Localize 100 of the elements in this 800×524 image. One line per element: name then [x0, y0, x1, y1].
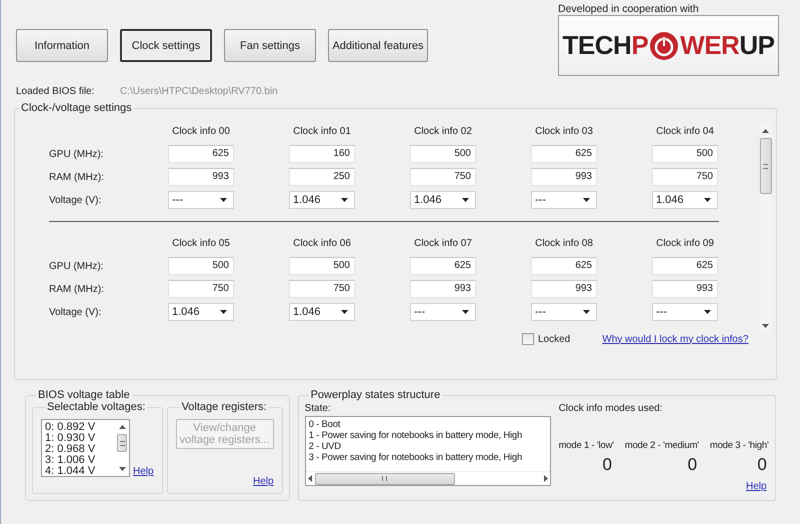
ram-clock-field[interactable]: 993 — [531, 280, 597, 298]
caret-icon[interactable] — [583, 198, 590, 202]
tab[interactable]: Clock settings — [120, 29, 212, 62]
locked-checkbox[interactable] — [522, 333, 534, 345]
column-header: Clock info 07 — [413, 238, 473, 251]
voltage-dropdown[interactable]: --- — [531, 303, 597, 321]
scrollbar-thumb[interactable] — [314, 472, 455, 484]
gpu-clock-field[interactable]: 500 — [652, 145, 718, 163]
help-link[interactable]: Help — [133, 466, 154, 477]
group-title: Powerplay states structure — [310, 389, 442, 401]
row-label: Voltage (V): — [49, 194, 102, 208]
ram-clock-field[interactable]: 250 — [289, 168, 355, 186]
caret-icon[interactable] — [583, 310, 590, 314]
column-header: Clock info 03 — [534, 126, 594, 139]
row-label: GPU (MHz): — [49, 260, 104, 274]
group-title: Selectable voltages: — [46, 401, 146, 413]
help-link[interactable]: Help — [253, 476, 274, 487]
tab[interactable]: Information — [16, 29, 108, 62]
ram-clock-field[interactable]: 993 — [410, 280, 476, 298]
vertical-scrollbar[interactable] — [758, 124, 772, 333]
group-title: Voltage registers: — [180, 401, 268, 413]
column-header: Clock info 06 — [292, 238, 352, 251]
group-title: Clock-/voltage settings — [20, 102, 133, 114]
voltage-dropdown[interactable]: --- — [168, 191, 234, 209]
gpu-clock-field[interactable]: 160 — [289, 145, 355, 163]
scrollbar-thumb[interactable] — [760, 138, 772, 194]
tab[interactable]: Additional features — [328, 29, 428, 62]
scrollbar-thumb[interactable] — [117, 434, 127, 452]
ram-clock-field[interactable]: 750 — [289, 280, 355, 298]
column-header: Clock info 01 — [292, 126, 352, 139]
bios-file-label: Loaded BIOS file: — [16, 86, 96, 96]
column-header: Clock info 00 — [171, 126, 231, 139]
list-item[interactable]: 4: 1.044 V — [45, 466, 112, 476]
caret-icon[interactable] — [704, 198, 711, 202]
ram-clock-field[interactable]: 993 — [531, 168, 597, 186]
scroll-down-icon[interactable] — [118, 467, 126, 471]
mode-label: mode 3 - 'high' — [710, 440, 769, 451]
list-item[interactable]: 0 - Boot — [308, 419, 547, 430]
lock-info-link[interactable]: Why would I lock my clock infos? — [602, 334, 748, 344]
row-label: Voltage (V): — [49, 306, 102, 320]
state-label: State: — [304, 403, 332, 414]
voltage-dropdown[interactable]: 1.046 — [289, 303, 355, 321]
gpu-clock-field[interactable]: 625 — [531, 145, 597, 163]
locked-label: Locked — [538, 334, 570, 344]
list-item[interactable]: 1: 0.930 V — [45, 433, 112, 444]
voltage-dropdown[interactable]: 1.046 — [289, 191, 355, 209]
state-list[interactable]: 0 - Boot 1 - Power saving for notebooks in battery mode, High 2 - UVD 3 - Power saving for notebooks in battery mode, High — [304, 416, 551, 486]
scroll-down-icon[interactable] — [762, 324, 769, 328]
list-item[interactable]: 2 - UVD — [308, 441, 547, 452]
scroll-left-icon[interactable] — [308, 475, 312, 482]
scroll-up-icon[interactable] — [762, 129, 769, 133]
caret-icon[interactable] — [341, 198, 348, 202]
column-header: Clock info 05 — [171, 238, 231, 251]
column-header: Clock info 09 — [655, 238, 715, 251]
gpu-clock-field[interactable]: 625 — [168, 145, 234, 163]
logo-caption: Developed in cooperation with — [558, 4, 700, 15]
ram-clock-field[interactable]: 993 — [168, 168, 234, 186]
list-item[interactable]: 2: 0.968 V — [45, 444, 112, 455]
modes-title: Clock info modes used: — [558, 403, 664, 414]
column-header: Clock info 02 — [413, 126, 473, 139]
mode-count: 0 — [602, 455, 613, 475]
row-label: RAM (MHz): — [49, 282, 105, 296]
column-header: Clock info 08 — [534, 238, 594, 251]
row-label: RAM (MHz): — [49, 170, 105, 184]
voltage-dropdown[interactable]: --- — [531, 191, 597, 209]
logo: TECHP WERUP — [562, 30, 774, 61]
mode-count: 0 — [757, 455, 768, 475]
gpu-clock-field[interactable]: 500 — [289, 257, 355, 275]
tab[interactable]: Fan settings — [224, 29, 316, 62]
column-header: Clock info 04 — [655, 126, 715, 139]
ram-clock-field[interactable]: 750 — [652, 168, 718, 186]
voltage-dropdown[interactable]: 1.046 — [168, 303, 234, 321]
caret-icon[interactable] — [462, 310, 469, 314]
scroll-right-icon[interactable] — [544, 475, 548, 482]
mode-label: mode 1 - 'low' — [558, 440, 614, 451]
caret-icon[interactable] — [462, 198, 469, 202]
gpu-clock-field[interactable]: 625 — [531, 257, 597, 275]
caret-icon[interactable] — [341, 310, 348, 314]
list-item[interactable]: 3 - Power saving for notebooks in battery mode, High — [308, 452, 547, 463]
voltage-dropdown[interactable]: --- — [652, 303, 718, 321]
caret-icon[interactable] — [220, 310, 227, 314]
voltage-dropdown[interactable]: 1.046 — [410, 191, 476, 209]
ram-clock-field[interactable]: 993 — [652, 280, 718, 298]
gpu-clock-field[interactable]: 500 — [410, 145, 476, 163]
list-item[interactable]: 1 - Power saving for notebooks in battery mode, High — [308, 430, 547, 441]
help-link[interactable]: Help — [746, 481, 767, 492]
caret-icon[interactable] — [220, 198, 227, 202]
gpu-clock-field[interactable]: 500 — [168, 257, 234, 275]
list-item[interactable]: 3: 1.006 V — [45, 455, 112, 466]
voltage-dropdown[interactable]: --- — [410, 303, 476, 321]
voltage-list[interactable]: 0: 0.892 V 1: 0.930 V 2: 0.968 V 3: 1.006 V 4: 1.044 V — [41, 419, 130, 477]
ram-clock-field[interactable]: 750 — [168, 280, 234, 298]
caret-icon[interactable] — [704, 310, 711, 314]
scroll-up-icon[interactable] — [118, 425, 126, 429]
gpu-clock-field[interactable]: 625 — [410, 257, 476, 275]
ram-clock-field[interactable]: 750 — [410, 168, 476, 186]
mode-label: mode 2 - 'medium' — [624, 440, 699, 451]
gpu-clock-field[interactable]: 625 — [652, 257, 718, 275]
list-item[interactable]: 0: 0.892 V — [45, 422, 112, 433]
voltage-dropdown[interactable]: 1.046 — [652, 191, 718, 209]
